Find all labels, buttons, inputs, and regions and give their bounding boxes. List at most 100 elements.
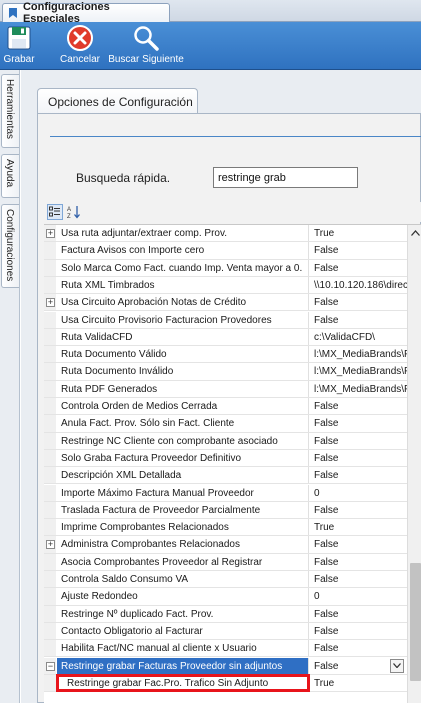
property-row[interactable]: Asocia Comprobantes Proveedor al Registr…	[44, 553, 407, 571]
property-grid: + Usa ruta adjuntar/extraer comp. Prov. Tr…	[44, 224, 421, 703]
buscar-siguiente-button[interactable]: Buscar Siguiente	[106, 24, 186, 68]
property-value[interactable]: False	[310, 467, 407, 483]
property-row[interactable]: Ajuste Redondeo 0	[44, 588, 407, 606]
property-value[interactable]: \\10.10.120.186\direc	[310, 277, 407, 293]
categorized-view-button[interactable]	[47, 204, 63, 220]
property-value[interactable]: l:\MX_MediaBrands\P	[310, 363, 407, 379]
property-value[interactable]: True	[310, 519, 407, 535]
property-value-text: False	[314, 504, 339, 516]
property-row[interactable]: Contacto Obligatorio al Facturar False	[44, 622, 407, 641]
cancelar-button[interactable]: Cancelar	[58, 24, 102, 68]
property-value[interactable]: False	[310, 242, 407, 258]
property-value[interactable]: False	[310, 312, 407, 328]
collapse-icon[interactable]: −	[46, 661, 55, 671]
property-row[interactable]: Factura Avisos con Importe cero False	[44, 242, 407, 260]
property-value[interactable]: False	[310, 450, 407, 466]
value-dropdown-button[interactable]	[390, 658, 404, 673]
property-row[interactable]: Habilita Fact/NC manual al cliente x Usu…	[44, 640, 407, 658]
property-row[interactable]: Controla Saldo Consumo VA False	[44, 571, 407, 589]
scrollbar-thumb[interactable]	[410, 563, 421, 681]
property-row[interactable]: Ruta XML Timbrados \\10.10.120.186\direc	[44, 276, 407, 295]
property-value-text: False	[314, 314, 339, 326]
alphabetical-view-button[interactable]: A Z	[66, 204, 82, 220]
property-row[interactable]: Descripción XML Detallada False	[44, 467, 407, 485]
property-value[interactable]: c:\ValidaCFD\	[310, 329, 407, 345]
property-value-text: False	[314, 297, 339, 309]
property-row[interactable]: Restringe NC Cliente con comprobante aso…	[44, 432, 407, 450]
row-gutter	[44, 380, 56, 397]
tab-opciones-configuracion[interactable]: Opciones de Configuración	[37, 88, 198, 114]
property-row[interactable]: Imprime Comprobantes Relacionados True	[44, 519, 407, 537]
property-value[interactable]: l:\MX_MediaBrands\P	[310, 381, 407, 397]
property-row[interactable]: Controla Orden de Medios Cerrada False	[44, 398, 407, 416]
property-value[interactable]: True	[310, 225, 407, 241]
property-value[interactable]: False	[310, 606, 407, 622]
expand-icon[interactable]: +	[46, 540, 55, 550]
row-gutter	[44, 311, 56, 328]
expand-icon[interactable]: +	[46, 298, 55, 308]
property-value-text: False	[314, 452, 339, 464]
expand-icon[interactable]: +	[46, 229, 55, 238]
property-value[interactable]: False	[310, 640, 407, 656]
grabar-button[interactable]: Grabar	[2, 24, 36, 68]
property-row[interactable]: − Restringe grabar Facturas Proveedor sin…	[44, 657, 407, 675]
property-row[interactable]: Importe Máximo Factura Manual Proveedor 0	[44, 484, 407, 502]
property-row[interactable]: Anula Fact. Prov. Sólo sin Fact. Cliente…	[44, 415, 407, 433]
cancel-icon	[67, 25, 93, 51]
property-name: Ruta PDF Generados	[57, 380, 309, 397]
property-value[interactable]: False	[310, 658, 407, 674]
property-value[interactable]: False	[310, 571, 407, 587]
property-row[interactable]: + Administra Comprobantes Relacionados Fal…	[44, 536, 407, 554]
property-row[interactable]: Solo Graba Factura Proveedor Definitivo F…	[44, 449, 407, 468]
property-name: Factura Avisos con Importe cero	[57, 242, 309, 259]
property-row[interactable]: Ruta Documento Inválido l:\MX_MediaBrands…	[44, 363, 407, 381]
property-row[interactable]: Usa Circuito Provisorio Facturacion Prov…	[44, 311, 407, 329]
property-row[interactable]: Solo Marca Como Fact. cuando Imp. Venta …	[44, 259, 407, 277]
property-row[interactable]: Restringe Nº duplicado Fact. Prov. False	[44, 605, 407, 623]
property-value[interactable]: False	[310, 623, 407, 639]
property-row[interactable]: + Usa Circuito Aprobación Notas de Crédit…	[44, 294, 407, 312]
grabar-label: Grabar	[3, 54, 35, 65]
property-name: Solo Marca Como Fact. cuando Imp. Venta …	[57, 259, 309, 276]
property-row[interactable]: Ruta PDF Generados l:\MX_MediaBrands\P	[44, 380, 407, 398]
side-tab-ayuda[interactable]: Ayuda	[1, 154, 19, 198]
buscar-label: Buscar Siguiente	[108, 54, 184, 65]
chevron-down-icon	[393, 663, 401, 668]
property-name: Habilita Fact/NC manual al cliente x Usu…	[57, 640, 309, 657]
property-value-text: False	[314, 625, 339, 637]
row-gutter: +	[44, 536, 56, 553]
row-gutter: −	[44, 657, 56, 674]
row-gutter	[44, 519, 56, 536]
property-row[interactable]: Ruta ValidaCFD c:\ValidaCFD\	[44, 328, 407, 347]
property-value-text: False	[314, 539, 339, 551]
scroll-up-button[interactable]	[408, 225, 421, 240]
property-value[interactable]: False	[310, 294, 407, 310]
property-name: Usa Circuito Provisorio Facturacion Prov…	[57, 311, 309, 328]
property-value[interactable]: 0	[310, 485, 407, 501]
property-value[interactable]: l:\MX_MediaBrands\P	[310, 346, 407, 362]
property-row[interactable]: Ruta Documento Válido l:\MX_MediaBrands\P	[44, 346, 407, 364]
property-value[interactable]: 0	[310, 588, 407, 604]
property-row[interactable]: Restringe grabar Fac.Pro. Trafico Sin Ad…	[44, 673, 407, 693]
row-gutter	[44, 571, 56, 588]
property-value[interactable]: False	[310, 433, 407, 449]
property-value-text: False	[314, 418, 339, 430]
property-value[interactable]: False	[310, 536, 407, 552]
property-value[interactable]: False	[310, 260, 407, 276]
property-value[interactable]: False	[310, 554, 407, 570]
property-value[interactable]: False	[310, 502, 407, 518]
property-value[interactable]: False	[310, 415, 407, 431]
quick-search-input[interactable]	[213, 167, 358, 188]
side-tab-herramientas[interactable]: Herramientas	[1, 74, 19, 148]
property-name: Controla Orden de Medios Cerrada	[57, 398, 309, 415]
property-value[interactable]: True	[310, 675, 407, 691]
document-tab[interactable]: Configuraciones Especiales	[2, 1, 170, 25]
row-gutter	[44, 553, 56, 570]
row-gutter	[44, 259, 56, 276]
property-row[interactable]: Traslada Factura de Proveedor Parcialmen…	[44, 501, 407, 520]
property-value[interactable]: False	[310, 398, 407, 414]
property-row[interactable]: + Usa ruta adjuntar/extraer comp. Prov. Tr…	[44, 225, 407, 243]
vertical-scrollbar[interactable]	[407, 225, 421, 703]
side-tab-configuraciones[interactable]: Configuraciones	[1, 204, 19, 288]
property-name: Traslada Factura de Proveedor Parcialmen…	[57, 501, 309, 519]
